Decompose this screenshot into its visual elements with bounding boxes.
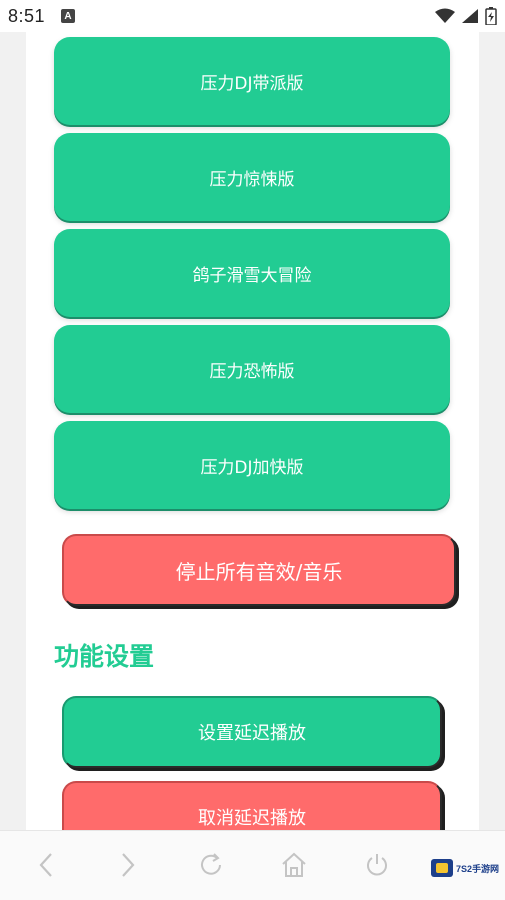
status-time: 8:51: [8, 5, 46, 26]
left-gutter: [0, 32, 26, 830]
power-icon: [367, 854, 387, 876]
app-notification-icon: A: [61, 9, 76, 23]
back-button[interactable]: [28, 847, 64, 883]
refresh-icon: [201, 853, 221, 875]
browser-nav-bar: 7S2手游网: [0, 830, 505, 900]
refresh-button[interactable]: [193, 847, 229, 883]
battery-icon: [485, 7, 497, 25]
set-delay-button[interactable]: 设置延迟播放: [62, 696, 442, 768]
content-panel[interactable]: 压力DJ带派版 压力惊悚版 鸽子滑雪大冒险 压力恐怖版 压力DJ加快版 停止所有…: [26, 32, 479, 830]
watermark-text: 7S2手游网: [455, 863, 499, 874]
power-button[interactable]: [359, 847, 395, 883]
status-indicators: [435, 7, 497, 25]
chevron-left-icon: [39, 853, 52, 877]
stop-all-sounds-button[interactable]: 停止所有音效/音乐: [62, 534, 456, 606]
watermark-logo-icon: [430, 859, 453, 877]
forward-button[interactable]: [110, 847, 146, 883]
site-watermark: 7S2手游网: [430, 859, 499, 877]
right-gutter: [479, 32, 505, 830]
sound-button-dj-fast[interactable]: 压力DJ加快版: [54, 421, 450, 509]
cell-signal-icon: [462, 9, 478, 23]
sound-button-horror[interactable]: 压力恐怖版: [54, 325, 450, 413]
sound-button-thriller[interactable]: 压力惊悚版: [54, 133, 450, 221]
cancel-delay-button[interactable]: 取消延迟播放: [62, 781, 442, 830]
chevron-right-icon: [122, 853, 135, 877]
wifi-icon: [435, 8, 455, 23]
home-button[interactable]: [276, 847, 312, 883]
home-icon: [282, 852, 306, 877]
sound-button-pigeon-ski[interactable]: 鸽子滑雪大冒险: [54, 229, 450, 317]
status-bar: 8:51 A: [0, 0, 505, 32]
sound-button-dj-daipai[interactable]: 压力DJ带派版: [54, 37, 450, 125]
section-title-settings: 功能设置: [54, 642, 155, 671]
